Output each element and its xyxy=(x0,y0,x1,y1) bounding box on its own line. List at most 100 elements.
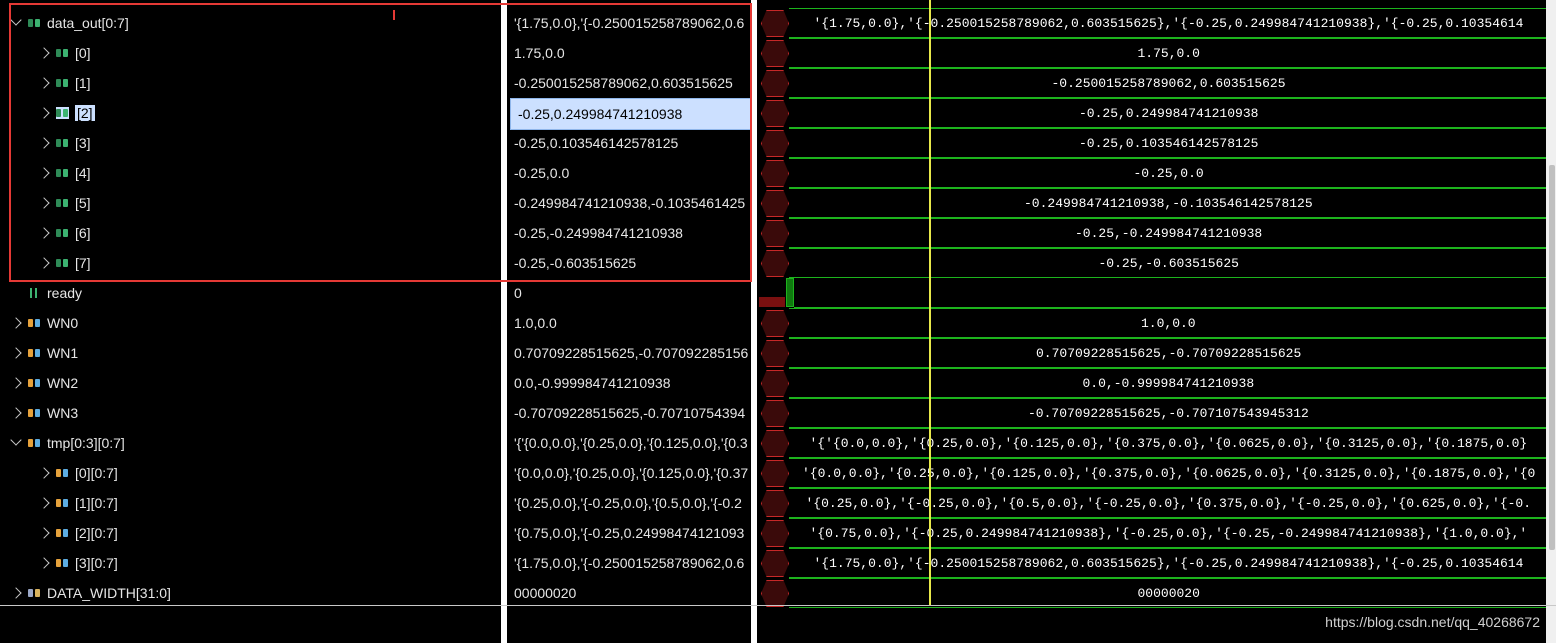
waveform-line xyxy=(789,398,1546,399)
waveform-row[interactable]: '{0.0,0.0},'{0.25,0.0},'{0.125,0.0},'{0.… xyxy=(757,458,1546,488)
waveform-row[interactable]: 1.0,0.0 xyxy=(757,308,1546,338)
signal-name: [3] xyxy=(75,135,91,151)
waveform-row[interactable]: -0.25,-0.603515625 xyxy=(757,248,1546,278)
waveform-row[interactable]: 00000020 xyxy=(757,578,1546,608)
signal-value-row[interactable]: 1.75,0.0 xyxy=(507,38,751,68)
signal-row[interactable]: WN3 xyxy=(0,398,501,428)
scrollbar-thumb[interactable] xyxy=(1549,165,1555,550)
signal-value-row[interactable]: -0.25,-0.249984741210938 xyxy=(507,218,751,248)
bus-icon xyxy=(56,167,69,179)
waveform-row[interactable]: -0.70709228515625,-0.707107543945312 xyxy=(757,398,1546,428)
signal-value-row[interactable]: -0.25,-0.603515625 xyxy=(507,248,751,278)
waveform-row[interactable]: -0.250015258789062,0.603515625 xyxy=(757,68,1546,98)
chevron-down-icon[interactable] xyxy=(10,434,22,446)
signal-row[interactable]: [6] xyxy=(0,218,501,248)
chevron-right-icon[interactable] xyxy=(38,557,50,569)
signal-value-row[interactable]: 0 xyxy=(507,278,751,308)
waveform-row[interactable]: -0.25,-0.249984741210938 xyxy=(757,218,1546,248)
signal-row[interactable]: WN0 xyxy=(0,308,501,338)
chevron-right-icon[interactable] xyxy=(38,197,50,209)
signal-value-row[interactable]: -0.25,0.103546142578125 xyxy=(507,128,751,158)
signal-value: '{0.75,0.0},'{-0.25,0.24998474121093 xyxy=(514,525,745,541)
bus-icon xyxy=(56,557,69,569)
waveform-value: -0.25,0.249984741210938 xyxy=(1078,106,1260,121)
waveform-pane[interactable]: '{1.75,0.0},'{-0.250015258789062,0.60351… xyxy=(757,0,1546,643)
signal-value-row[interactable]: '{0.25,0.0},'{-0.25,0.0},'{0.5,0.0},'{-0… xyxy=(507,488,751,518)
waveform-undefined-segment xyxy=(761,370,789,397)
chevron-right-icon[interactable] xyxy=(10,317,22,329)
signal-row[interactable]: tmp[0:3][0:7] xyxy=(0,428,501,458)
waveform-value: 0.0,-0.999984741210938 xyxy=(1081,376,1256,391)
bus-icon xyxy=(56,497,69,509)
chevron-right-icon[interactable] xyxy=(10,347,22,359)
time-cursor[interactable] xyxy=(929,0,931,605)
chevron-right-icon[interactable] xyxy=(10,377,22,389)
chevron-right-icon[interactable] xyxy=(38,167,50,179)
signal-row[interactable]: data_out[0:7] xyxy=(0,8,501,38)
chevron-right-icon[interactable] xyxy=(38,497,50,509)
signal-value-row[interactable]: -0.25,0.249984741210938 xyxy=(510,98,751,130)
signal-row[interactable]: WN2 xyxy=(0,368,501,398)
waveform-row[interactable]: 0.70709228515625,-0.70709228515625 xyxy=(757,338,1546,368)
waveform-row[interactable]: '{0.25,0.0},'{-0.25,0.0},'{0.5,0.0},'{-0… xyxy=(757,488,1546,518)
signal-row[interactable]: [1] xyxy=(0,68,501,98)
waveform-undefined-segment xyxy=(761,130,789,157)
waveform-undefined-segment xyxy=(761,340,789,367)
chevron-right-icon[interactable] xyxy=(38,137,50,149)
signal-row[interactable]: [4] xyxy=(0,158,501,188)
signal-value-row[interactable]: -0.70709228515625,-0.70710754394 xyxy=(507,398,751,428)
signal-value-row[interactable]: -0.249984741210938,-0.1035461425 xyxy=(507,188,751,218)
chevron-right-icon[interactable] xyxy=(38,527,50,539)
signal-value-row[interactable]: 0.70709228515625,-0.707092285156 xyxy=(507,338,751,368)
signal-row[interactable]: DATA_WIDTH[31:0] xyxy=(0,578,501,608)
waveform-undefined-segment xyxy=(761,40,789,67)
chevron-right-icon[interactable] xyxy=(38,77,50,89)
waveform-row[interactable]: '{1.75,0.0},'{-0.250015258789062,0.60351… xyxy=(757,548,1546,578)
signal-value-row[interactable]: -0.250015258789062,0.603515625 xyxy=(507,68,751,98)
waveform-row[interactable]: -0.25,0.103546142578125 xyxy=(757,128,1546,158)
waveform-row[interactable]: -0.25,0.249984741210938 xyxy=(757,98,1546,128)
signal-row[interactable]: [7] xyxy=(0,248,501,278)
chevron-right-icon[interactable] xyxy=(38,47,50,59)
signal-value-row[interactable]: -0.25,0.0 xyxy=(507,158,751,188)
waveform-row[interactable]: 0.0,-0.999984741210938 xyxy=(757,368,1546,398)
waveform-line xyxy=(789,607,1546,608)
signal-row[interactable]: WN1 xyxy=(0,338,501,368)
signal-row[interactable]: [2] xyxy=(0,98,501,128)
signal-value-row[interactable]: '{0.0,0.0},'{0.25,0.0},'{0.125,0.0},'{0.… xyxy=(507,458,751,488)
signal-value-row[interactable]: 0.0,-0.999984741210938 xyxy=(507,368,751,398)
signal-value-row[interactable]: 1.0,0.0 xyxy=(507,308,751,338)
waveform-row[interactable]: '{1.75,0.0},'{-0.250015258789062,0.60351… xyxy=(757,8,1546,38)
waveform-row[interactable]: '{0.75,0.0},'{-0.25,0.249984741210938},'… xyxy=(757,518,1546,548)
waveform-row[interactable]: '{'{0.0,0.0},'{0.25,0.0},'{0.125,0.0},'{… xyxy=(757,428,1546,458)
signal-value-row[interactable]: '{0.75,0.0},'{-0.25,0.24998474121093 xyxy=(507,518,751,548)
waveform-row[interactable]: 1.75,0.0 xyxy=(757,38,1546,68)
signal-value: 1.0,0.0 xyxy=(514,315,557,331)
chevron-right-icon[interactable] xyxy=(10,407,22,419)
signal-row[interactable]: [1][0:7] xyxy=(0,488,501,518)
signal-value-row[interactable]: 00000020 xyxy=(507,578,751,608)
signal-row[interactable]: [0][0:7] xyxy=(0,458,501,488)
signal-value: -0.25,0.0 xyxy=(514,165,570,181)
signal-row[interactable]: [5] xyxy=(0,188,501,218)
signal-value-row[interactable]: '{1.75,0.0},'{-0.250015258789062,0.6 xyxy=(507,548,751,578)
signal-name: WN1 xyxy=(47,345,79,361)
waveform-row[interactable]: -0.249984741210938,-0.103546142578125 xyxy=(757,188,1546,218)
signal-row[interactable]: ready xyxy=(0,278,501,308)
chevron-right-icon[interactable] xyxy=(38,467,50,479)
chevron-right-icon[interactable] xyxy=(38,107,50,119)
chevron-right-icon[interactable] xyxy=(10,587,22,599)
watermark: https://blog.csdn.net/qq_40268672 xyxy=(1325,614,1540,630)
signal-value: 0 xyxy=(514,285,522,301)
signal-row[interactable]: [3][0:7] xyxy=(0,548,501,578)
waveform-row[interactable] xyxy=(757,278,1546,308)
signal-row[interactable]: [3] xyxy=(0,128,501,158)
chevron-right-icon[interactable] xyxy=(38,227,50,239)
signal-row[interactable]: [2][0:7] xyxy=(0,518,501,548)
signal-row[interactable]: [0] xyxy=(0,38,501,68)
signal-value-row[interactable]: '{'{0.0,0.0},'{0.25,0.0},'{0.125,0.0},'{… xyxy=(507,428,751,458)
signal-value-row[interactable]: '{1.75,0.0},'{-0.250015258789062,0.6 xyxy=(507,8,751,38)
waveform-row[interactable]: -0.25,0.0 xyxy=(757,158,1546,188)
chevron-right-icon[interactable] xyxy=(38,257,50,269)
chevron-down-icon[interactable] xyxy=(10,14,22,26)
